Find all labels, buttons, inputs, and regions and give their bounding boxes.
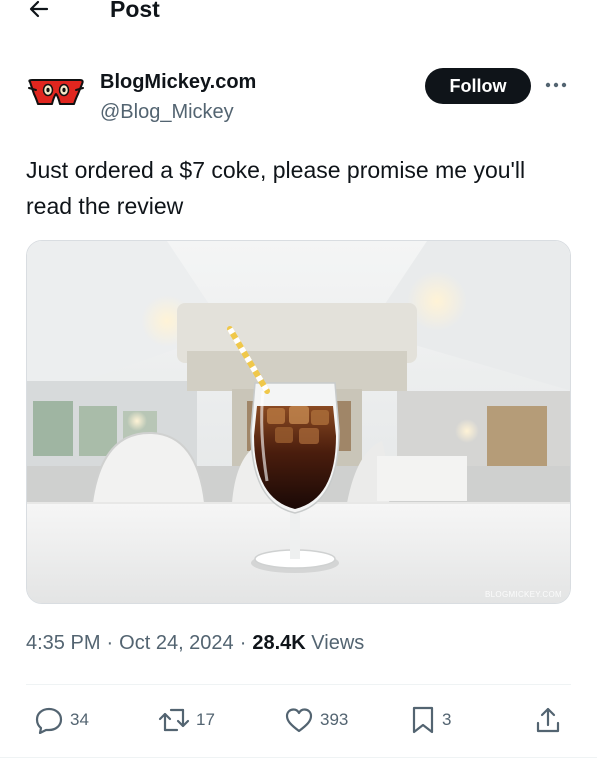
image-watermark: BLOGMICKEY.COM (485, 590, 562, 599)
like-button[interactable]: 393 (284, 704, 348, 736)
views-label: Views (311, 632, 365, 654)
mickey-shorts-logo-icon (28, 79, 84, 105)
post-meta: 4:35 PM · Oct 24, 2024 · 28.4K Views (26, 630, 364, 656)
more-icon (545, 82, 567, 88)
like-count: 393 (320, 710, 349, 729)
back-button[interactable] (24, 0, 54, 24)
arrow-left-icon (29, 0, 49, 18)
page-title: Post (110, 0, 160, 22)
repost-count: 17 (196, 710, 215, 729)
meta-separator: · (106, 632, 114, 654)
meta-separator: · (239, 632, 247, 654)
divider (0, 757, 597, 758)
reply-count: 34 (70, 710, 89, 729)
author-handle[interactable]: @Blog_Mickey (100, 100, 234, 124)
repost-button[interactable]: 17 (158, 704, 215, 736)
bookmark-icon (412, 706, 434, 734)
repost-icon (158, 708, 190, 732)
restaurant-coke-photo (27, 241, 570, 603)
action-bar: 34 17 393 3 (0, 700, 597, 740)
bookmark-button[interactable]: 3 (410, 704, 451, 736)
post-time[interactable]: 4:35 PM (26, 632, 100, 654)
post-text: Just ordered a $7 coke, please promise m… (26, 157, 526, 219)
avatar[interactable] (26, 74, 86, 114)
follow-button[interactable]: Follow (425, 68, 531, 104)
post-date[interactable]: Oct 24, 2024 (119, 632, 234, 654)
post-image[interactable]: BLOGMICKEY.COM (26, 240, 571, 604)
more-options-button[interactable] (542, 72, 570, 98)
heart-icon (285, 708, 313, 733)
top-bar: Post (0, 0, 597, 30)
views-count: 28.4K (252, 632, 306, 654)
share-button[interactable] (534, 704, 562, 736)
reply-button[interactable]: 34 (34, 704, 89, 736)
author-display-name[interactable]: BlogMickey.com (100, 70, 256, 94)
bookmark-count: 3 (442, 710, 452, 729)
divider (26, 684, 571, 685)
reply-icon (35, 707, 63, 734)
share-icon (536, 707, 560, 733)
post-header: BlogMickey.com @Blog_Mickey Follow (0, 60, 597, 130)
